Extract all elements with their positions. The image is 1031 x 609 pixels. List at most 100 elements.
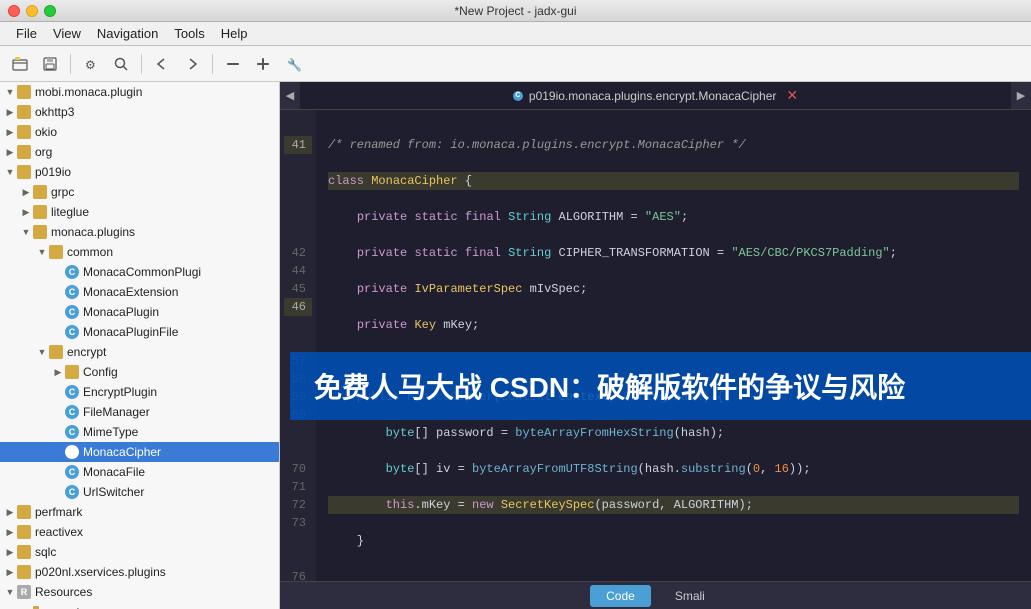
code-line: byte[] password = byteArrayFromHexString… [328, 424, 1019, 442]
sidebar-item-assets[interactable]: assets [0, 602, 279, 609]
sidebar-item-monaca-common-plugin[interactable]: C MonacaCommonPlugi [0, 262, 279, 282]
tab-label: p019io.monaca.plugins.encrypt.MonacaCiph… [529, 89, 776, 103]
expand-arrow [4, 546, 16, 558]
class-icon: C [64, 384, 80, 400]
toolbar-save-btn[interactable] [36, 50, 64, 78]
expand-arrow [4, 146, 16, 158]
close-button[interactable] [8, 5, 20, 17]
minimize-button[interactable] [26, 5, 38, 17]
class-icon: C [64, 304, 80, 320]
main-layout: mobi.monaca.plugin okhttp3 okio org p019… [0, 82, 1031, 609]
toolbar-zoom-in-btn[interactable] [249, 50, 277, 78]
toolbar-decompile-btn[interactable]: ⚙ [77, 50, 105, 78]
sidebar-item-mobi[interactable]: mobi.monaca.plugin [0, 82, 279, 102]
menu-navigation[interactable]: Navigation [89, 24, 166, 43]
menu-help[interactable]: Help [213, 24, 256, 43]
code-line [328, 568, 1019, 581]
class-icon: C [64, 444, 80, 460]
sidebar-item-sqlc[interactable]: sqlc [0, 542, 279, 562]
sidebar-item-okhttp3[interactable]: okhttp3 [0, 102, 279, 122]
code-line: class MonacaCipher { [328, 172, 1019, 190]
menu-view[interactable]: View [45, 24, 89, 43]
sidebar-item-monaca-plugin-file[interactable]: C MonacaPluginFile [0, 322, 279, 342]
sidebar[interactable]: mobi.monaca.plugin okhttp3 okio org p019… [0, 82, 280, 609]
expand-arrow [52, 366, 64, 378]
content-area: ◀ C p019io.monaca.plugins.encrypt.Monaca… [280, 82, 1031, 609]
tab-nav-left[interactable]: ◀ [280, 82, 300, 109]
sidebar-item-monaca-extension[interactable]: C MonacaExtension [0, 282, 279, 302]
expand-arrow [4, 526, 16, 538]
toolbar-sep-2 [141, 54, 142, 74]
package-icon [16, 524, 32, 540]
overlay-banner: 免费人马大战 CSDN：破解版软件的争议与风险 [290, 352, 1031, 420]
package-icon [16, 504, 32, 520]
code-line: } [328, 532, 1019, 550]
res-icon: R [16, 584, 32, 600]
sidebar-item-reactivex[interactable]: reactivex [0, 522, 279, 542]
title-bar: *New Project - jadx-gui [0, 0, 1031, 22]
toolbar-zoom-out-btn[interactable] [219, 50, 247, 78]
code-container[interactable]: 41 42 44 45 46 57 58 59 60 70 71 [280, 110, 1031, 581]
package-icon [16, 144, 32, 160]
sidebar-item-monaca-plugins[interactable]: monaca.plugins [0, 222, 279, 242]
package-icon [16, 124, 32, 140]
sidebar-item-mime-type[interactable]: C MimeType [0, 422, 279, 442]
package-icon [16, 164, 32, 180]
sidebar-item-monaca-cipher[interactable]: C MonacaCipher [0, 442, 279, 462]
sidebar-item-monaca-file[interactable]: C MonacaFile [0, 462, 279, 482]
sidebar-item-org[interactable]: org [0, 142, 279, 162]
code-line: private Key mKey; [328, 316, 1019, 334]
toolbar-open-btn[interactable] [6, 50, 34, 78]
class-dot-icon: C [513, 91, 523, 101]
bottom-tab-smali[interactable]: Smali [659, 585, 721, 607]
folder-icon [32, 604, 48, 609]
svg-text:🔧: 🔧 [287, 57, 301, 72]
tab-nav-right[interactable]: ▶ [1011, 82, 1031, 109]
expand-arrow [20, 226, 32, 238]
package-icon [64, 364, 80, 380]
tab-bar: ◀ C p019io.monaca.plugins.encrypt.Monaca… [280, 82, 1031, 110]
class-icon: C [64, 264, 80, 280]
sidebar-item-common[interactable]: common [0, 242, 279, 262]
class-icon: C [64, 284, 80, 300]
menu-tools[interactable]: Tools [166, 24, 212, 43]
toolbar-forward-btn[interactable] [178, 50, 206, 78]
code-line: /* renamed from: io.monaca.plugins.encry… [328, 136, 1019, 154]
code-display: /* renamed from: io.monaca.plugins.encry… [316, 110, 1031, 581]
maximize-button[interactable] [44, 5, 56, 17]
active-tab[interactable]: C p019io.monaca.plugins.encrypt.MonacaCi… [300, 82, 1011, 109]
sidebar-item-resources[interactable]: R Resources [0, 582, 279, 602]
package-icon [32, 224, 48, 240]
sidebar-item-grpc[interactable]: grpc [0, 182, 279, 202]
sidebar-item-url-switcher[interactable]: C UrlSwitcher [0, 482, 279, 502]
sidebar-item-monaca-plugin[interactable]: C MonacaPlugin [0, 302, 279, 322]
toolbar-back-btn[interactable] [148, 50, 176, 78]
sidebar-item-okio[interactable]: okio [0, 122, 279, 142]
code-line: private static final String CIPHER_TRANS… [328, 244, 1019, 262]
class-icon: C [64, 424, 80, 440]
toolbar-sep-3 [212, 54, 213, 74]
sidebar-item-p019io[interactable]: p019io [0, 162, 279, 182]
toolbar-search-btn[interactable] [107, 50, 135, 78]
class-icon: C [64, 464, 80, 480]
menu-file[interactable]: File [8, 24, 45, 43]
window-controls[interactable] [8, 5, 56, 17]
sidebar-item-p020nl[interactable]: p020nl.xservices.plugins [0, 562, 279, 582]
package-icon [48, 244, 64, 260]
sidebar-item-perfmark[interactable]: perfmark [0, 502, 279, 522]
class-icon: C [64, 404, 80, 420]
sidebar-item-encrypt[interactable]: encrypt [0, 342, 279, 362]
sidebar-item-liteglue[interactable]: liteglue [0, 202, 279, 222]
bottom-tab-code[interactable]: Code [590, 585, 651, 607]
toolbar-wrench-btn[interactable]: 🔧 [279, 50, 307, 78]
code-line: byte[] iv = byteArrayFromUTF8String(hash… [328, 460, 1019, 478]
expand-arrow [4, 586, 16, 598]
tab-close-btn[interactable]: ✕ [786, 87, 798, 104]
sidebar-item-encrypt-plugin[interactable]: C EncryptPlugin [0, 382, 279, 402]
sidebar-item-config[interactable]: Config [0, 362, 279, 382]
sidebar-item-file-manager[interactable]: C FileManager [0, 402, 279, 422]
code-line: private static final String ALGORITHM = … [328, 208, 1019, 226]
class-icon: C [64, 324, 80, 340]
package-icon [16, 84, 32, 100]
toolbar: ⚙ 🔧 [0, 46, 1031, 82]
